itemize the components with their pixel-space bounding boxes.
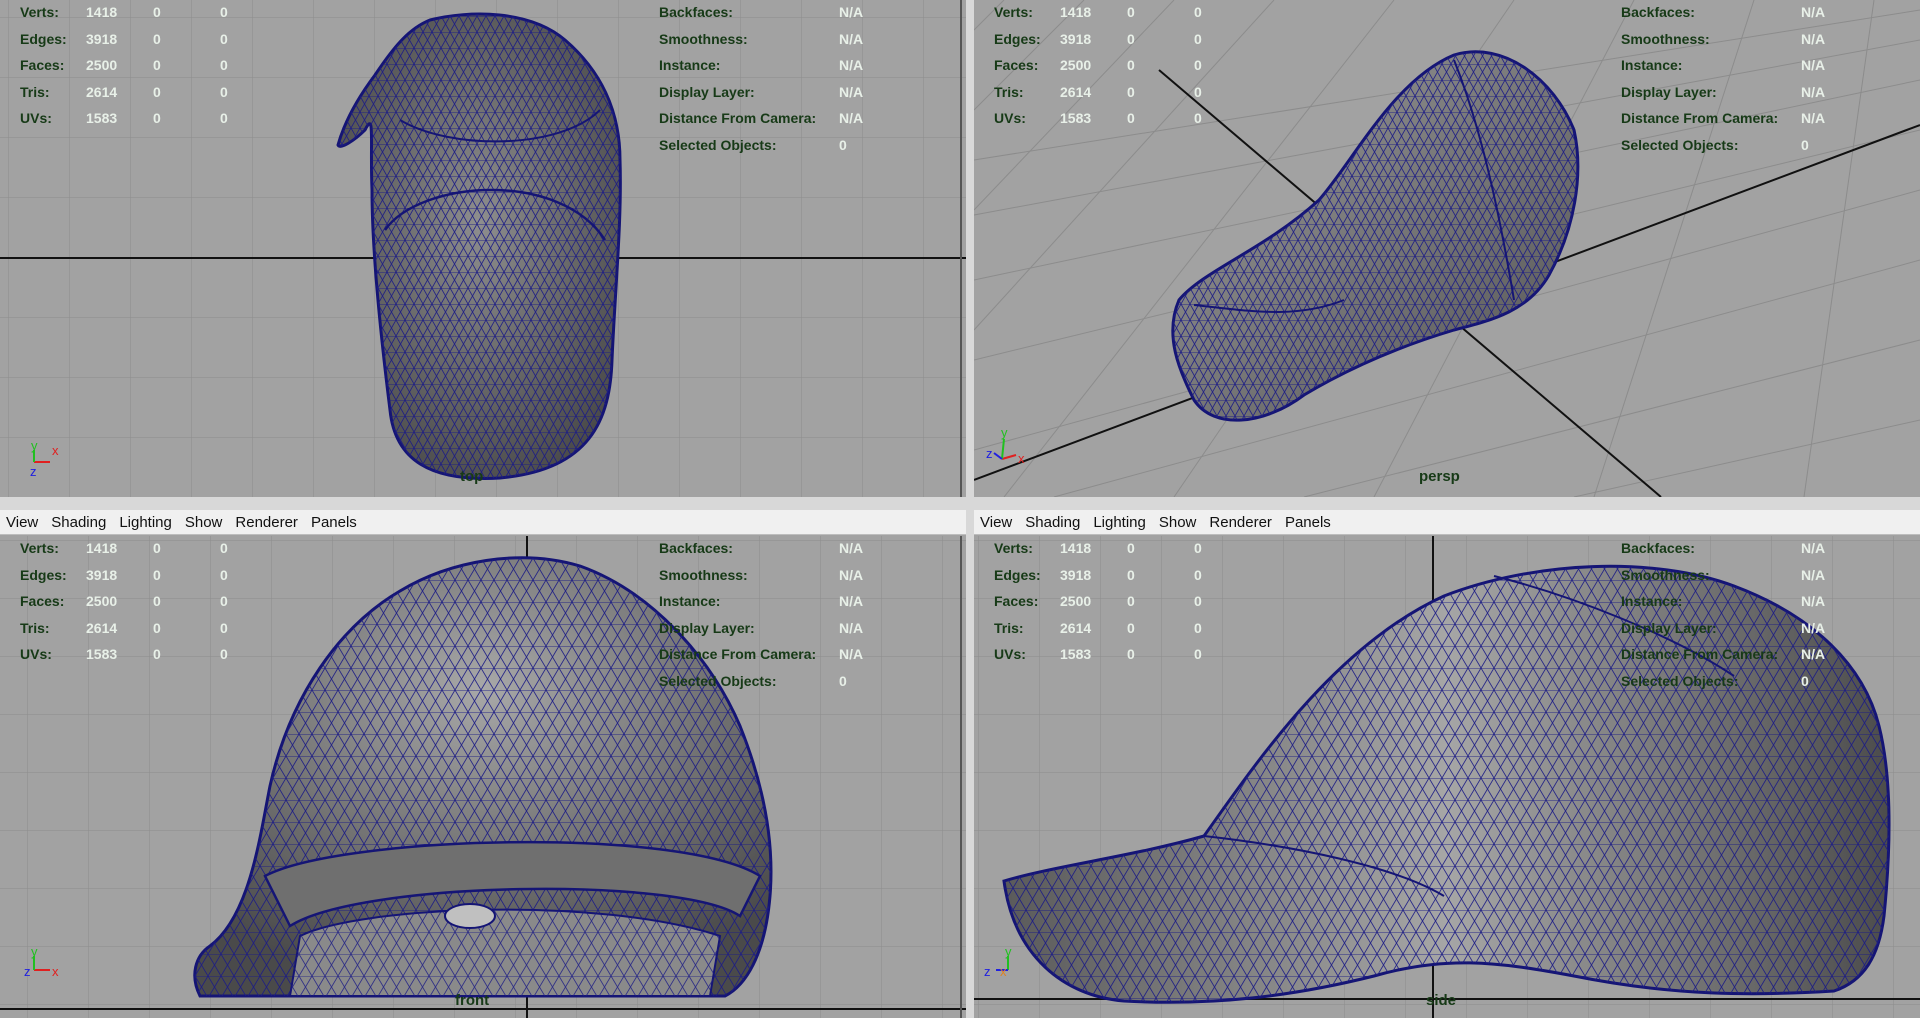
info-row-distance: Distance From Camera: N/A [1621, 110, 1826, 126]
axis-gizmo-icon: y x z [24, 946, 59, 979]
viewport-front-panel[interactable]: View Shading Lighting Show Renderer Pane… [0, 510, 966, 1018]
object-info-hud: Backfaces: N/A Smoothness: N/A Instance: N/… [659, 4, 919, 163]
object-info-hud: Backfaces: N/A Smoothness: N/A Instance: N/… [1621, 540, 1881, 699]
menu-renderer[interactable]: Renderer [1209, 514, 1272, 531]
stat-row-verts: Verts: 1418 0 0 [994, 540, 1202, 556]
info-row-distance: Distance From Camera: N/A [659, 646, 864, 662]
info-row-display-layer: Display Layer: N/A [1621, 619, 1826, 636]
panel-menubar: View Shading Lighting Show Renderer Pane… [974, 510, 1920, 535]
pane-divider-horizontal[interactable] [0, 497, 1920, 510]
info-row-smoothness: Smoothness: N/A [1621, 30, 1826, 47]
axis-gizmo-icon: y z x [984, 946, 1012, 979]
object-info-hud: Backfaces: N/A Smoothness: N/A Instance: N/… [659, 540, 919, 699]
svg-text:y: y [31, 946, 38, 959]
stat-row-faces: Faces: 2500 0 0 [994, 593, 1202, 609]
svg-text:y: y [31, 442, 38, 453]
svg-text:y: y [1001, 425, 1008, 440]
info-row-display-layer: Display Layer: N/A [1621, 83, 1826, 100]
svg-text:x: x [52, 443, 59, 458]
camera-label-side: side [1426, 992, 1457, 1009]
stat-row-uvs: UVs: 1583 0 0 [20, 646, 228, 662]
viewport-side[interactable]: Verts: 1418 0 0 Edges: 3918 0 0 Faces: 2500 0 0 T… [974, 536, 1920, 1018]
poly-count-hud: Verts: 1418 0 0 Edges: 3918 0 0 Faces: 2500 0 0 T… [994, 540, 1254, 673]
stat-row-faces: Faces: 2500 0 0 [20, 57, 228, 73]
stat-row-tris: Tris: 2614 0 0 [20, 619, 228, 636]
menu-show[interactable]: Show [1159, 514, 1197, 531]
axis-gizmo-icon: y x z [30, 442, 59, 479]
viewport-persp[interactable]: Verts: 1418 0 0 Edges: 3918 0 0 Faces: 2500 0 0 T… [974, 0, 1920, 497]
info-row-backfaces: Backfaces: N/A [659, 4, 864, 20]
svg-text:z: z [24, 964, 31, 979]
info-row-selected: Selected Objects: 0 [1621, 672, 1809, 689]
stat-row-verts: Verts: 1418 0 0 [20, 4, 228, 20]
menu-lighting[interactable]: Lighting [119, 514, 172, 531]
svg-text:y: y [1005, 946, 1012, 959]
camera-label-persp: persp [1419, 468, 1460, 485]
info-row-display-layer: Display Layer: N/A [659, 619, 864, 636]
menu-shading[interactable]: Shading [51, 514, 106, 531]
info-row-selected: Selected Objects: 0 [659, 672, 847, 689]
menu-view[interactable]: View [980, 514, 1012, 531]
info-row-selected: Selected Objects: 0 [659, 136, 847, 153]
info-row-distance: Distance From Camera: N/A [659, 110, 864, 126]
info-row-backfaces: Backfaces: N/A [659, 540, 864, 556]
viewport-side-panel[interactable]: View Shading Lighting Show Renderer Pane… [972, 508, 1920, 1018]
info-row-smoothness: Smoothness: N/A [1621, 566, 1826, 583]
info-row-smoothness: Smoothness: N/A [659, 566, 864, 583]
stat-row-tris: Tris: 2614 0 0 [20, 83, 228, 100]
svg-text:z: z [984, 964, 991, 979]
svg-text:z: z [986, 446, 993, 461]
info-row-smoothness: Smoothness: N/A [659, 30, 864, 47]
stat-row-uvs: UVs: 1583 0 0 [994, 646, 1202, 662]
stat-row-edges: Edges: 3918 0 0 [994, 30, 1202, 47]
stat-row-edges: Edges: 3918 0 0 [20, 566, 228, 583]
info-row-instance: Instance: N/A [1621, 593, 1826, 609]
stat-row-edges: Edges: 3918 0 0 [20, 30, 228, 47]
info-row-instance: Instance: N/A [1621, 57, 1826, 73]
menu-shading[interactable]: Shading [1025, 514, 1080, 531]
stat-row-faces: Faces: 2500 0 0 [20, 593, 228, 609]
viewport-top-panel[interactable]: Verts: 1418 0 0 Edges: 3918 0 0 Faces: 2500 0 0 T… [0, 0, 966, 497]
svg-text:z: z [30, 464, 37, 479]
info-row-distance: Distance From Camera: N/A [1621, 646, 1826, 662]
menu-renderer[interactable]: Renderer [235, 514, 298, 531]
info-row-selected: Selected Objects: 0 [1621, 136, 1809, 153]
menu-lighting[interactable]: Lighting [1093, 514, 1146, 531]
panel-menubar: View Shading Lighting Show Renderer Pane… [0, 510, 966, 535]
svg-text:x: x [52, 964, 59, 979]
stat-row-uvs: UVs: 1583 0 0 [20, 110, 228, 126]
poly-count-hud: Verts: 1418 0 0 Edges: 3918 0 0 Faces: 2500 0 0 T… [20, 540, 280, 673]
info-row-backfaces: Backfaces: N/A [1621, 540, 1826, 556]
info-row-instance: Instance: N/A [659, 593, 864, 609]
info-row-backfaces: Backfaces: N/A [1621, 4, 1826, 20]
svg-text:x: x [1018, 451, 1025, 465]
info-row-instance: Instance: N/A [659, 57, 864, 73]
menu-panels[interactable]: Panels [1285, 514, 1331, 531]
viewport-top[interactable]: Verts: 1418 0 0 Edges: 3918 0 0 Faces: 2500 0 0 T… [0, 0, 966, 497]
viewport-front[interactable]: Verts: 1418 0 0 Edges: 3918 0 0 Faces: 2500 0 0 T… [0, 536, 966, 1018]
stat-row-edges: Edges: 3918 0 0 [994, 566, 1202, 583]
camera-label-top: top [460, 468, 484, 485]
menu-show[interactable]: Show [185, 514, 223, 531]
stat-row-faces: Faces: 2500 0 0 [994, 57, 1202, 73]
stat-row-verts: Verts: 1418 0 0 [994, 4, 1202, 20]
poly-count-hud: Verts: 1418 0 0 Edges: 3918 0 0 Faces: 2500 0 0 T… [994, 4, 1254, 137]
axis-gizmo-icon: y x z [986, 425, 1025, 465]
stat-row-uvs: UVs: 1583 0 0 [994, 110, 1202, 126]
stat-row-verts: Verts: 1418 0 0 [20, 540, 228, 556]
stat-row-tris: Tris: 2614 0 0 [994, 619, 1202, 636]
stat-row-tris: Tris: 2614 0 0 [994, 83, 1202, 100]
camera-label-front: front [455, 992, 490, 1009]
svg-text:x: x [1000, 964, 1007, 979]
viewport-persp-panel[interactable]: Verts: 1418 0 0 Edges: 3918 0 0 Faces: 2500 0 0 T… [974, 0, 1920, 497]
menu-panels[interactable]: Panels [311, 514, 357, 531]
object-info-hud: Backfaces: N/A Smoothness: N/A Instance: N/… [1621, 4, 1881, 163]
menu-view[interactable]: View [6, 514, 38, 531]
info-row-display-layer: Display Layer: N/A [659, 83, 864, 100]
poly-count-hud: Verts: 1418 0 0 Edges: 3918 0 0 Faces: 2500 0 0 T… [20, 4, 280, 137]
